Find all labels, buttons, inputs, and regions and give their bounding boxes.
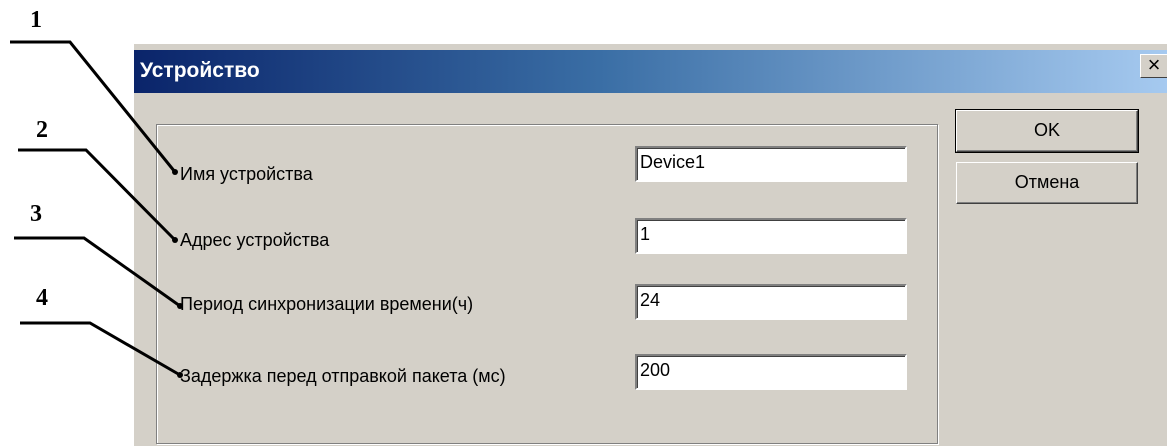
- device-address-label: Адрес устройства: [180, 230, 330, 250]
- close-icon: ×: [1147, 52, 1161, 77]
- callout-number-3: 3: [30, 201, 42, 227]
- time-sync-period-input[interactable]: 24: [635, 284, 907, 320]
- time-sync-period-label: Период синхронизации времени(ч): [180, 294, 474, 314]
- packet-delay-label: Задержка перед отправкой пакета (мс): [180, 366, 506, 386]
- dialog-title: Устройство: [140, 59, 260, 82]
- packet-delay-input[interactable]: 200: [635, 354, 907, 390]
- callout-number-2: 2: [36, 117, 48, 143]
- callout-number-1: 1: [30, 7, 42, 33]
- device-address-input[interactable]: 1: [635, 218, 907, 254]
- device-name-input[interactable]: Device1: [635, 146, 907, 182]
- device-dialog: Устройство × Имя устройства Device1 Адре…: [133, 44, 1167, 446]
- title-bar[interactable]: Устройство ×: [134, 50, 1167, 93]
- cancel-button[interactable]: Отмена: [956, 162, 1138, 204]
- callout-number-4: 4: [36, 285, 48, 311]
- ok-button[interactable]: OK: [955, 109, 1139, 153]
- close-button[interactable]: ×: [1140, 54, 1167, 78]
- device-name-label: Имя устройства: [180, 164, 313, 184]
